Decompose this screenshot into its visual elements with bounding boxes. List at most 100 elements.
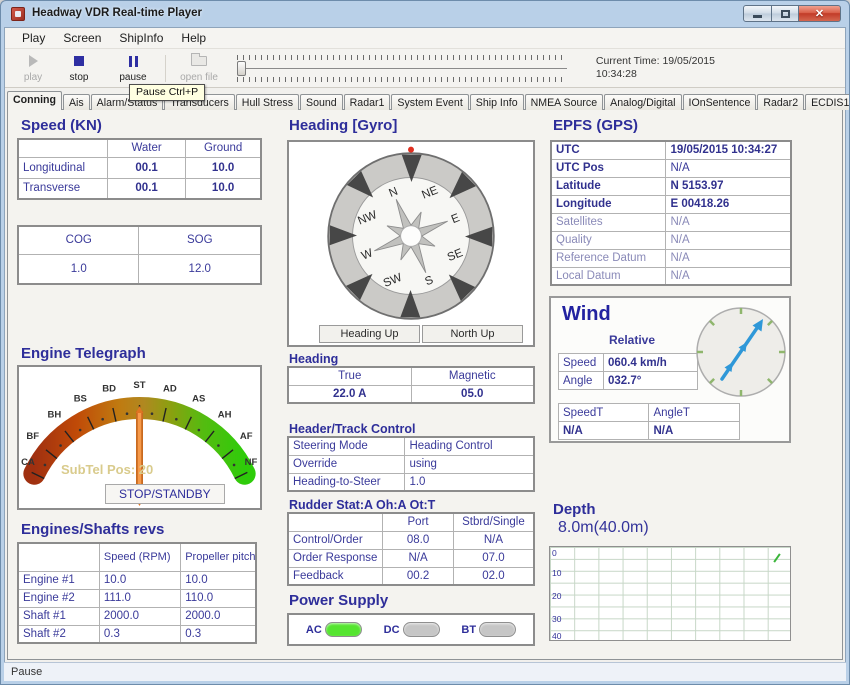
table-cell: Heading Control [405, 437, 534, 455]
depth-title: Depth [553, 501, 596, 518]
table-cell: 10.0 [186, 178, 261, 199]
svg-text:ST: ST [133, 380, 145, 391]
menu-bar: PlayScreenShipInfoHelp [5, 28, 845, 49]
speed-table: WaterGroundLongitudinal00.110.0Transvers… [17, 138, 262, 200]
tab-radar2[interactable]: Radar2 [757, 94, 804, 110]
depth-chart: 010203040 [549, 546, 791, 641]
engines-shafts-table: Speed (RPM)Propeller pitch %Engine #110.… [17, 542, 257, 644]
table-cell: N/A [666, 267, 791, 285]
cog-sog-table: COGSOG1.012.0 [17, 225, 262, 285]
table-cell: N/A [666, 213, 791, 231]
tab-ionsentence[interactable]: IOnSentence [683, 94, 757, 110]
table-row: Overrideusing [288, 455, 534, 473]
stop-standby-button[interactable]: STOP/STANDBY [105, 484, 225, 504]
power-ac-lamp [325, 622, 362, 637]
svg-text:AH: AH [218, 410, 232, 421]
table-row: UTC PosN/A [551, 159, 791, 177]
table-cell: 22.0 A [288, 385, 411, 403]
table-cell [18, 543, 99, 571]
tab-sound[interactable]: Sound [300, 94, 343, 110]
table-row: Engine #2111.0110.0 [18, 589, 256, 607]
table-row: Shaft #12000.02000.0 [18, 607, 256, 625]
stop-button[interactable]: stop [57, 52, 101, 85]
table-row: LatitudeN 5153.97 [551, 177, 791, 195]
tab-analog-digital[interactable]: Analog/Digital [604, 94, 681, 110]
epfs-gps-table: UTC19/05/2015 10:34:27UTC PosN/ALatitude… [550, 140, 792, 286]
north-up-button[interactable]: North Up [422, 325, 523, 343]
tab-ais[interactable]: Ais [63, 94, 90, 110]
table-cell: Override [288, 455, 405, 473]
svg-text:CA: CA [21, 457, 35, 468]
table-row: N/AN/A [559, 422, 740, 440]
table-cell [18, 139, 107, 157]
table-cell: Quality [551, 231, 666, 249]
tab-ecdis1[interactable]: ECDIS1 [805, 94, 850, 110]
open-file-button[interactable]: open file [171, 52, 227, 85]
maximize-button[interactable] [772, 5, 799, 22]
maximize-icon [781, 10, 790, 18]
svg-text:AF: AF [240, 431, 253, 442]
table-cell: N/A [666, 231, 791, 249]
power-supply-title: Power Supply [289, 592, 388, 609]
close-button[interactable]: ✕ [799, 5, 841, 22]
table-cell: Order Response [288, 549, 383, 567]
table-cell: N/A [666, 159, 791, 177]
menu-play[interactable]: Play [13, 28, 54, 48]
table-cell: Longitude [551, 195, 666, 213]
wind-relative-table: Speed060.4 km/hAngle032.7° [558, 353, 698, 390]
menu-help[interactable]: Help [172, 28, 215, 48]
track-control-table: Steering ModeHeading ControlOverrideusin… [287, 436, 535, 492]
table-cell: N/A [666, 249, 791, 267]
pause-tooltip: Pause Ctrl+P [129, 84, 205, 101]
table-cell: 19/05/2015 10:34:27 [666, 141, 791, 159]
table-cell: True [288, 367, 411, 385]
menu-shipinfo[interactable]: ShipInfo [110, 28, 172, 48]
depth-axis-label: 10 [552, 568, 561, 578]
current-time-value: 10:34:28 [596, 68, 715, 81]
table-row: 1.012.0 [18, 254, 261, 284]
table-cell: 10.0 [181, 571, 256, 589]
table-cell: Control/Order [288, 531, 383, 549]
timeline-slider[interactable] [237, 55, 567, 82]
table-cell: Feedback [288, 567, 383, 585]
toolbar: play stop pause open file Current Time: … [5, 49, 845, 88]
table-cell: 2000.0 [181, 607, 256, 625]
tab-hull-stress[interactable]: Hull Stress [236, 94, 299, 110]
wind-dial [695, 302, 787, 400]
minimize-button[interactable] [743, 5, 772, 22]
slider-groove [237, 68, 567, 69]
tab-ship-info[interactable]: Ship Info [470, 94, 524, 110]
current-time-label: Current Time: [596, 55, 660, 67]
menu-screen[interactable]: Screen [54, 28, 110, 48]
slider-ticks-top [237, 55, 567, 60]
title-bar[interactable]: Headway VDR Real-time Player ✕ [1, 1, 849, 27]
table-cell: COG [18, 226, 139, 254]
tab-system-event[interactable]: System Event [391, 94, 468, 110]
table-row: Speed (RPM)Propeller pitch % [18, 543, 256, 571]
play-button[interactable]: play [11, 52, 55, 85]
app-window: Headway VDR Real-time Player ✕ PlayScree… [0, 0, 850, 685]
engines-shafts-title: Engines/Shafts revs [21, 521, 164, 538]
track-control-title: Header/Track Control [289, 422, 415, 436]
tab-conning[interactable]: Conning [7, 91, 62, 110]
heading-up-button[interactable]: Heading Up [319, 325, 420, 343]
current-date-value: 19/05/2015 [662, 55, 715, 67]
table-row: Order ResponseN/A07.0 [288, 549, 534, 567]
pause-button[interactable]: pause [111, 52, 155, 85]
table-row: COGSOG [18, 226, 261, 254]
slider-handle[interactable] [237, 61, 246, 76]
table-cell: Magnetic [411, 367, 534, 385]
tab-nmea-source[interactable]: NMEA Source [525, 94, 604, 110]
epfs-title: EPFS (GPS) [553, 117, 638, 134]
svg-text:BD: BD [102, 383, 116, 394]
heading-table: TrueMagnetic22.0 A05.0 [287, 366, 535, 404]
app-icon [11, 7, 25, 21]
svg-text:AD: AD [163, 383, 177, 394]
power-dc-indicator: DC [384, 622, 440, 637]
table-cell: Port [383, 513, 454, 531]
heading-title: Heading [289, 352, 338, 366]
table-row: Control/Order08.0N/A [288, 531, 534, 549]
table-cell: 07.0 [453, 549, 534, 567]
tab-radar1[interactable]: Radar1 [344, 94, 391, 110]
table-row: Reference DatumN/A [551, 249, 791, 267]
